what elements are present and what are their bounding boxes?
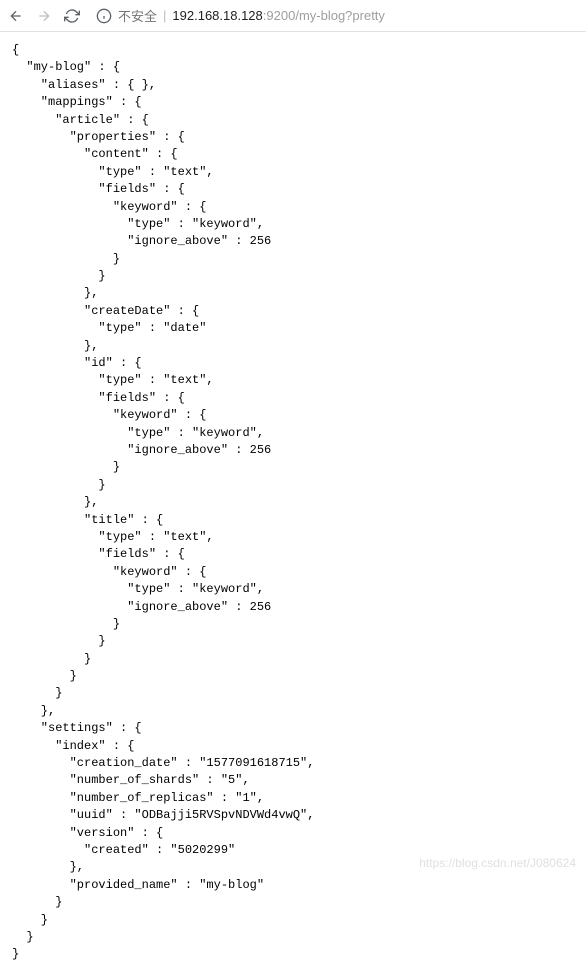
url-text: 192.168.18.128:9200/my-blog?pretty xyxy=(172,8,385,23)
address-bar[interactable]: 不安全 | 192.168.18.128:9200/my-blog?pretty xyxy=(90,6,580,25)
reload-button[interactable] xyxy=(62,6,82,26)
forward-button[interactable] xyxy=(34,6,54,26)
watermark: https://blog.csdn.net/J080624 xyxy=(419,856,576,870)
browser-toolbar: 不安全 | 192.168.18.128:9200/my-blog?pretty xyxy=(0,0,586,32)
info-icon xyxy=(96,8,112,24)
address-divider: | xyxy=(163,8,166,23)
url-host: 192.168.18.128 xyxy=(172,8,262,23)
json-response-body: { "my-blog" : { "aliases" : { }, "mappin… xyxy=(0,32,586,974)
url-path: /my-blog?pretty xyxy=(295,8,385,23)
back-button[interactable] xyxy=(6,6,26,26)
security-label: 不安全 xyxy=(118,6,157,25)
url-port: :9200 xyxy=(263,8,296,23)
